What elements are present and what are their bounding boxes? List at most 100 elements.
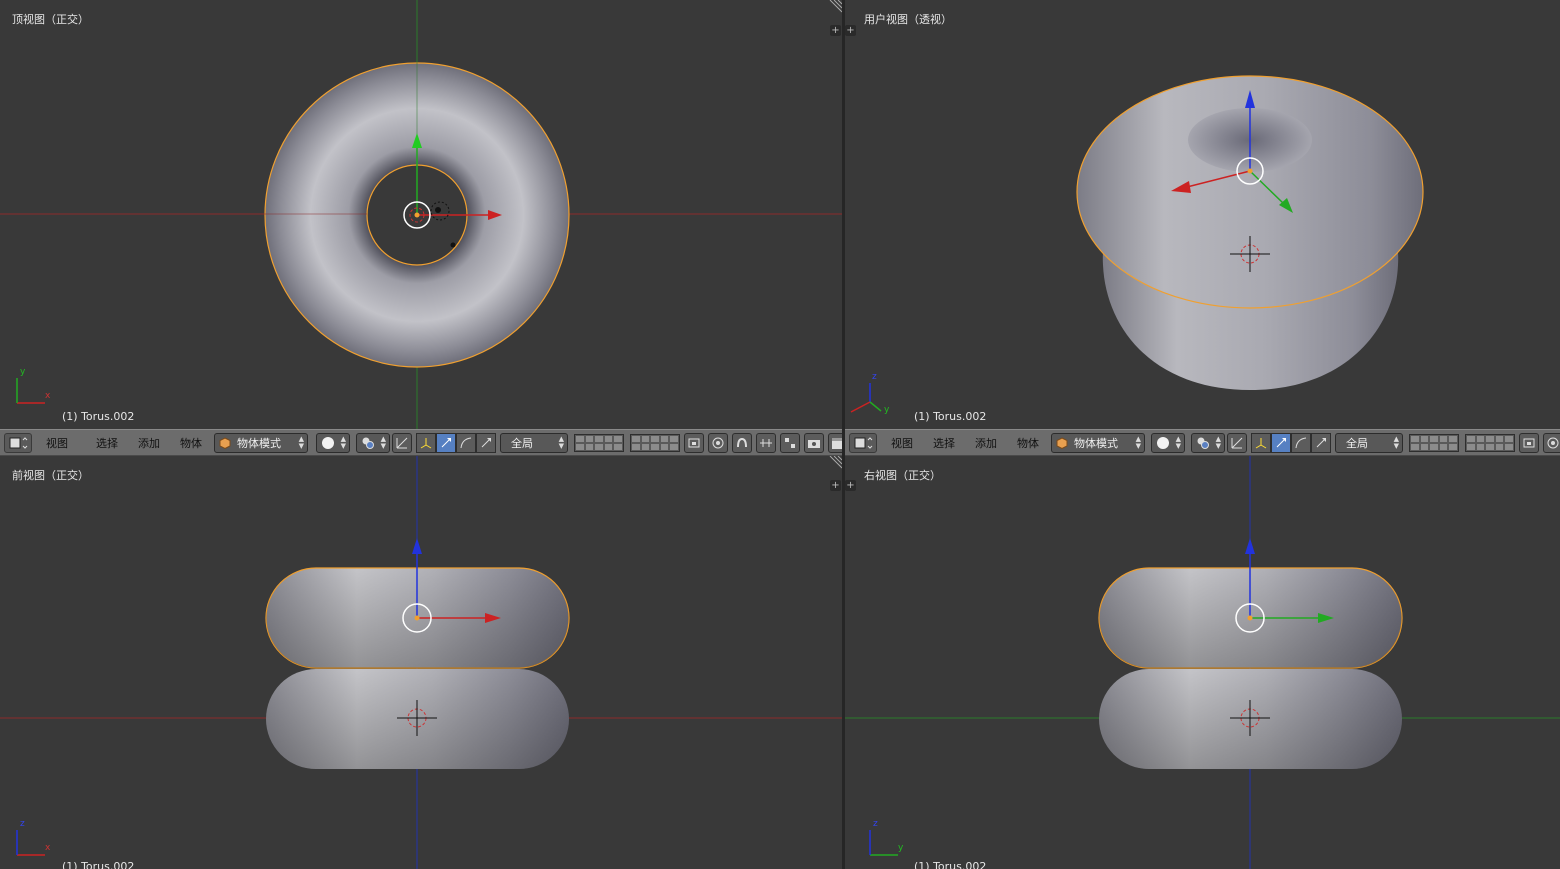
- split-area-button[interactable]: +: [830, 25, 841, 36]
- active-object-label: (1) Torus.002: [914, 860, 987, 869]
- top-view-scene[interactable]: [0, 0, 842, 429]
- object-mode-cube-icon: [219, 436, 231, 449]
- orientation-label: 全局: [1346, 436, 1368, 450]
- mode-label: 物体模式: [237, 436, 281, 450]
- viewport-header-right: 视图 选择 添加 物体 物体模式 ▲ ▼ ▲ ▼ ▲ ▼ 全局 ▲ ▼: [845, 429, 1560, 456]
- viewport-front[interactable]: 前视图（正交） z x (1) Torus.002 +: [0, 456, 842, 869]
- interaction-mode-dropdown[interactable]: 物体模式 ▲ ▼: [1051, 432, 1145, 453]
- axis-label-z: z: [873, 819, 878, 829]
- arrow-diagonal-icon: [1316, 437, 1326, 447]
- area-split-corner-icon[interactable]: [828, 456, 842, 470]
- axis-label-z: z: [20, 819, 25, 829]
- split-area-button[interactable]: +: [830, 480, 841, 491]
- menu-add[interactable]: 添加: [975, 435, 997, 451]
- manipulator-type-group: [416, 432, 496, 453]
- arc-icon: [1295, 437, 1307, 448]
- scale-manipulator-button[interactable]: [456, 432, 476, 453]
- clapperboard-icon: [832, 437, 842, 449]
- manipulator-toggle-button[interactable]: [1227, 432, 1247, 453]
- axis-gizmo-front: [16, 830, 45, 856]
- layer-buttons-grid-2[interactable]: [630, 433, 680, 452]
- manipulator-toggle-button[interactable]: [392, 432, 412, 453]
- render-still-button[interactable]: [804, 432, 824, 453]
- transform-orientation-button[interactable]: [1311, 432, 1331, 453]
- viewport-top[interactable]: 顶视图（正交） y x (1) Torus.002 +: [0, 0, 842, 429]
- viewport-right[interactable]: + 右视图（正交） z y (1) Torus.002: [845, 456, 1560, 869]
- arrow-diagonal-icon: [481, 437, 491, 447]
- pivot-point-icon: [362, 437, 374, 449]
- transform-orientation-dropdown[interactable]: 全局 ▲ ▼: [500, 432, 568, 453]
- snap-element-button[interactable]: [756, 432, 776, 453]
- chevron-updown-icon: ▲ ▼: [1175, 434, 1181, 450]
- layer-buttons-grid-1[interactable]: [1409, 433, 1459, 452]
- interaction-mode-dropdown[interactable]: 物体模式 ▲ ▼: [214, 432, 308, 453]
- solid-shading-icon: [1157, 436, 1169, 449]
- rotate-manipulator-button[interactable]: [436, 432, 456, 453]
- vertical-area-divider[interactable]: [842, 0, 845, 869]
- pivot-point-dropdown[interactable]: ▲ ▼: [1191, 432, 1225, 453]
- axis-gizmo-top: [16, 378, 45, 404]
- viewport-header-left: 视图 选择 添加 物体 物体模式 ▲ ▼ ▲ ▼ ▲ ▼ 全局 ▲ ▼: [0, 429, 842, 456]
- manipulator-type-group: [1251, 432, 1331, 453]
- pivot-point-dropdown[interactable]: ▲ ▼: [356, 432, 390, 453]
- menu-select[interactable]: 选择: [96, 435, 118, 451]
- chevron-updown-icon: ▲ ▼: [298, 434, 304, 450]
- menu-view[interactable]: 视图: [46, 435, 68, 451]
- proportional-edit-button[interactable]: [1543, 432, 1560, 453]
- rotate-manipulator-button[interactable]: [1271, 432, 1291, 453]
- menu-select[interactable]: 选择: [933, 435, 955, 451]
- axis-gizmo-right: [869, 830, 898, 856]
- render-animation-button[interactable]: [828, 432, 842, 453]
- menu-object[interactable]: 物体: [1017, 435, 1039, 451]
- viewport-title: 用户视图（透视）: [864, 13, 952, 26]
- menu-view[interactable]: 视图: [891, 435, 913, 451]
- proportional-edit-button[interactable]: [708, 432, 728, 453]
- magnet-icon: [737, 437, 747, 447]
- camera-icon: [808, 439, 820, 448]
- area-split-corner-icon[interactable]: [828, 0, 842, 14]
- menu-add[interactable]: 添加: [138, 435, 160, 451]
- active-object-label: (1) Torus.002: [62, 410, 135, 423]
- chevron-updown-icon: ▲ ▼: [1215, 434, 1221, 450]
- torus-top-object[interactable]: [0, 0, 570, 368]
- snap-target-button[interactable]: [780, 432, 800, 453]
- axis-gizmo-user: [850, 383, 882, 413]
- front-view-scene[interactable]: [0, 456, 842, 869]
- transform-orientation-button[interactable]: [476, 432, 496, 453]
- scale-manipulator-button[interactable]: [1291, 432, 1311, 453]
- editor-type-button[interactable]: [849, 432, 877, 453]
- axis-label-x: x: [45, 843, 51, 853]
- orientation-label: 全局: [511, 436, 533, 450]
- axis-label-y: y: [20, 367, 26, 377]
- user-view-scene[interactable]: [845, 0, 1560, 429]
- lock-camera-icon: [1523, 438, 1535, 447]
- viewport-title: 前视图（正交）: [12, 469, 89, 482]
- viewport-shading-dropdown[interactable]: ▲ ▼: [1151, 432, 1185, 453]
- transform-orientation-dropdown[interactable]: 全局 ▲ ▼: [1335, 432, 1403, 453]
- chevron-updown-icon: ▲ ▼: [1393, 434, 1399, 450]
- menu-object[interactable]: 物体: [180, 435, 202, 451]
- translate-manipulator-button[interactable]: [416, 432, 436, 453]
- lock-layers-button[interactable]: [1519, 432, 1539, 453]
- translate-manipulator-button[interactable]: [1251, 432, 1271, 453]
- viewport-title: 右视图（正交）: [864, 469, 941, 482]
- chevron-updown-icon: ▲ ▼: [340, 434, 346, 450]
- lock-layers-button[interactable]: [684, 432, 704, 453]
- viewport-shading-dropdown[interactable]: ▲ ▼: [316, 432, 350, 453]
- proportional-edit-icon: [1547, 437, 1559, 448]
- active-object-label: (1) Torus.002: [62, 860, 135, 869]
- translate-arrows-icon: [1255, 437, 1267, 448]
- active-object-label: (1) Torus.002: [914, 410, 987, 423]
- snap-increment-icon: [760, 438, 772, 447]
- snap-toggle-button[interactable]: [732, 432, 752, 453]
- layer-buttons-grid-2[interactable]: [1465, 433, 1515, 452]
- rotate-arrow-icon: [1276, 437, 1286, 447]
- layer-buttons-grid-1[interactable]: [574, 433, 624, 452]
- editor-type-button[interactable]: [4, 432, 32, 453]
- blender-window: 顶视图（正交） y x (1) Torus.002 + + 用户视图（透视） z…: [0, 0, 1560, 869]
- right-view-scene[interactable]: [845, 456, 1560, 869]
- lock-camera-icon: [688, 438, 700, 447]
- chevron-updown-icon: ▲ ▼: [380, 434, 386, 450]
- viewport-user-perspective[interactable]: + 用户视图（透视） z y (1) Torus.002: [845, 0, 1560, 429]
- 3d-view-editor-icon: [9, 436, 28, 449]
